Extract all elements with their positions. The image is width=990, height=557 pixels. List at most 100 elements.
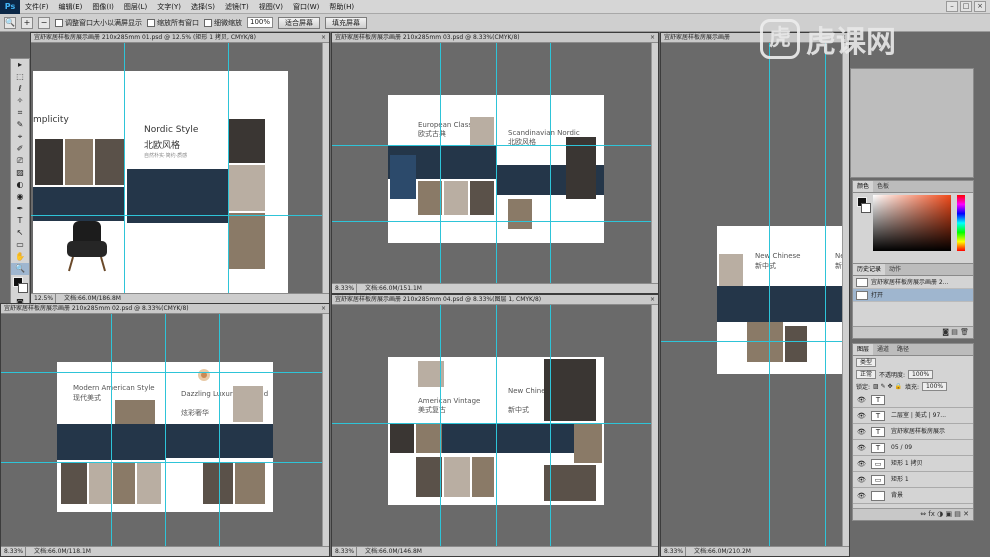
- document-tab[interactable]: 宜舒家居样板房展示画册 210x285mm 04.psd @ 8.33%(图层 …: [332, 295, 658, 305]
- layer-filter-select[interactable]: 类型: [856, 357, 877, 367]
- magic-wand-tool-icon[interactable]: ✧: [11, 95, 29, 107]
- document-window-05[interactable]: 宜舒家居样板房展示画册× New Chinese 新中式 New Cl 新古 8…: [660, 32, 850, 557]
- tab-channels[interactable]: 通道: [873, 344, 893, 355]
- vertical-scrollbar[interactable]: [842, 43, 849, 546]
- eye-icon[interactable]: 👁: [857, 456, 866, 471]
- minimize-button[interactable]: –: [946, 1, 958, 12]
- move-tool-icon[interactable]: ▸: [11, 59, 29, 71]
- layers-panel-tabs: 图层 通道 路径: [853, 344, 973, 356]
- checkbox-box[interactable]: [55, 18, 63, 27]
- marquee-tool-icon[interactable]: ⬚: [11, 71, 29, 83]
- brush-tool-icon[interactable]: ✐: [11, 143, 29, 155]
- vertical-scrollbar[interactable]: [322, 43, 329, 293]
- layer-row[interactable]: 👁 T 宜舒家居样板房展示: [853, 424, 973, 440]
- document-window-02[interactable]: 宜舒家居样板房展示画册 210x285mm 02.psd @ 8.33%(CMY…: [0, 303, 330, 557]
- lock-icons[interactable]: ▨ ✎ ✥ 🔒: [873, 383, 902, 390]
- menu-edit[interactable]: 编辑(E): [54, 0, 88, 14]
- eye-icon[interactable]: 👁: [857, 392, 866, 407]
- tab-actions[interactable]: 动作: [885, 264, 905, 275]
- fill-screen-button[interactable]: 填充屏幕: [325, 16, 367, 29]
- vertical-scrollbar[interactable]: [651, 43, 658, 283]
- eye-icon[interactable]: 👁: [857, 424, 866, 439]
- zoom-all-windows-checkbox[interactable]: 缩放所有窗口: [147, 18, 199, 28]
- close-tab-icon[interactable]: ×: [650, 295, 655, 304]
- healing-tool-icon[interactable]: ⌖: [11, 131, 29, 143]
- tab-layers[interactable]: 图层: [853, 344, 874, 355]
- menu-select[interactable]: 选择(S): [186, 0, 220, 14]
- tab-color[interactable]: 颜色: [853, 181, 874, 192]
- hand-tool-icon[interactable]: ✋: [11, 251, 29, 263]
- document-tab[interactable]: 宜舒家居样板房展示画册 210x285mm 01.psd @ 12.5% (矩形…: [31, 33, 329, 43]
- layer-row[interactable]: 👁 ▭ 矩形 1: [853, 472, 973, 488]
- checkbox-box[interactable]: [204, 18, 212, 27]
- background-color[interactable]: [18, 283, 28, 293]
- tab-paths[interactable]: 路径: [893, 344, 913, 355]
- maximize-button[interactable]: □: [960, 1, 972, 12]
- background-color[interactable]: [861, 203, 871, 213]
- close-tab-icon[interactable]: ×: [650, 33, 655, 42]
- menu-layer[interactable]: 图层(L): [119, 0, 152, 14]
- close-tab-icon[interactable]: ×: [321, 304, 326, 313]
- layer-row-background[interactable]: 👁 背景: [853, 488, 973, 504]
- eye-icon[interactable]: 👁: [857, 472, 866, 487]
- opacity-field[interactable]: 100%: [908, 369, 934, 379]
- eraser-tool-icon[interactable]: ▨: [11, 167, 29, 179]
- menu-type[interactable]: 文字(Y): [152, 0, 186, 14]
- menu-view[interactable]: 视图(V): [254, 0, 288, 14]
- color-picker-field[interactable]: [873, 195, 951, 251]
- layers-footer-buttons[interactable]: ⇔ fx ◑ ▣ ▤ ✕: [853, 508, 973, 520]
- zoom-readout[interactable]: 8.33%: [335, 547, 357, 556]
- zoom-tool-icon[interactable]: 🔍: [11, 263, 29, 275]
- zoom-in-icon[interactable]: +: [21, 16, 33, 29]
- menu-help[interactable]: 帮助(H): [324, 0, 359, 14]
- eyedropper-tool-icon[interactable]: ✎: [11, 119, 29, 131]
- vertical-scrollbar[interactable]: [651, 305, 658, 546]
- crop-tool-icon[interactable]: ⌗: [11, 107, 29, 119]
- resize-windows-checkbox[interactable]: 调整窗口大小以满屏显示: [55, 18, 142, 28]
- document-tab[interactable]: 宜舒家居样板房展示画册 210x285mm 03.psd @ 8.33%(CMY…: [332, 33, 658, 43]
- document-window-03[interactable]: 宜舒家居样板房展示画册 210x285mm 03.psd @ 8.33%(CMY…: [331, 32, 659, 294]
- color-swatches[interactable]: [11, 275, 29, 297]
- shape-tool-icon[interactable]: ▭: [11, 239, 29, 251]
- zoom-readout[interactable]: 8.33%: [335, 284, 357, 293]
- tab-history[interactable]: 历史记录: [853, 264, 886, 275]
- fit-screen-button[interactable]: 适合屏幕: [278, 16, 320, 29]
- fill-field[interactable]: 100%: [921, 381, 948, 391]
- type-tool-icon[interactable]: T: [11, 215, 29, 227]
- stamp-tool-icon[interactable]: ⎚: [11, 155, 29, 167]
- zoom-value-field[interactable]: 100%: [247, 17, 273, 28]
- menu-image[interactable]: 图像(I): [87, 0, 119, 14]
- scrubby-zoom-checkbox[interactable]: 细微缩放: [204, 18, 242, 28]
- history-step[interactable]: 打开: [853, 289, 973, 302]
- zoom-out-icon[interactable]: −: [38, 16, 50, 29]
- menu-window[interactable]: 窗口(W): [288, 0, 324, 14]
- gradient-tool-icon[interactable]: ◐: [11, 179, 29, 191]
- checkbox-box[interactable]: [147, 18, 155, 27]
- zoom-readout[interactable]: 8.33%: [4, 547, 26, 556]
- blend-mode-select[interactable]: 正常: [856, 369, 877, 379]
- lasso-tool-icon[interactable]: ℓ: [11, 83, 29, 95]
- menu-filter[interactable]: 滤镜(T): [220, 0, 254, 14]
- eye-icon[interactable]: 👁: [857, 440, 866, 455]
- close-button[interactable]: ×: [974, 1, 986, 12]
- menu-file[interactable]: 文件(F): [20, 0, 54, 14]
- layer-row[interactable]: 👁 T 二层室 | 美式 | 97...: [853, 408, 973, 424]
- vertical-scrollbar[interactable]: [322, 314, 329, 546]
- eye-icon[interactable]: 👁: [857, 488, 866, 503]
- dodge-tool-icon[interactable]: ◉: [11, 191, 29, 203]
- close-tab-icon[interactable]: ×: [321, 33, 326, 42]
- path-select-tool-icon[interactable]: ↖: [11, 227, 29, 239]
- layer-row[interactable]: 👁 ▭ 矩形 1 拷贝: [853, 456, 973, 472]
- eye-icon[interactable]: 👁: [857, 408, 866, 423]
- layer-row[interactable]: 👁 T 05 / 09: [853, 440, 973, 456]
- document-window-04[interactable]: 宜舒家居样板房展示画册 210x285mm 04.psd @ 8.33%(图层 …: [331, 294, 659, 557]
- zoom-readout[interactable]: 8.33%: [664, 547, 686, 556]
- layer-row[interactable]: 👁 T: [853, 392, 973, 408]
- pen-tool-icon[interactable]: ✒: [11, 203, 29, 215]
- document-window-01[interactable]: 宜舒家居样板房展示画册 210x285mm 01.psd @ 12.5% (矩形…: [30, 32, 330, 304]
- history-snapshot[interactable]: 宜舒家居样板房展示画册 2...: [853, 276, 973, 289]
- tab-swatches[interactable]: 色板: [873, 181, 893, 192]
- zoom-tool-icon[interactable]: 🔍: [4, 16, 16, 29]
- document-tab[interactable]: 宜舒家居样板房展示画册 210x285mm 02.psd @ 8.33%(CMY…: [1, 304, 329, 314]
- hue-slider[interactable]: [957, 195, 965, 251]
